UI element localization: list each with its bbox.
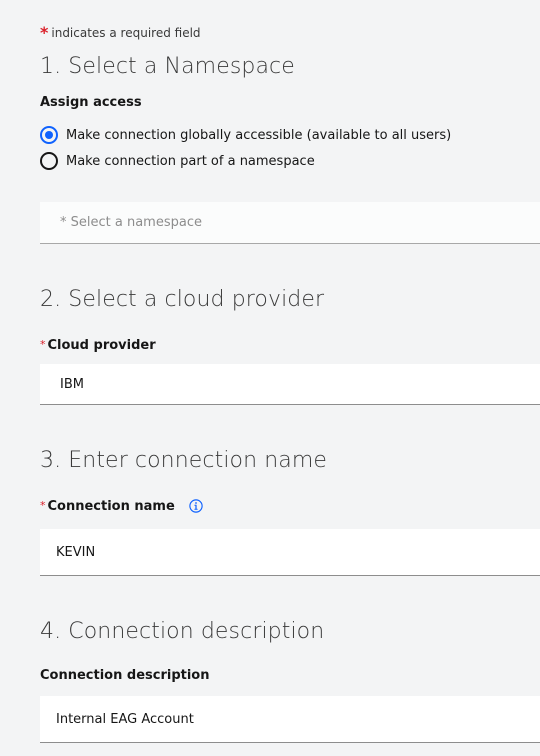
radio-option-global-label: Make connection globally accessible (ava… <box>66 127 452 143</box>
radio-option-global[interactable]: Make connection globally accessible (ava… <box>40 126 451 144</box>
namespace-select-placeholder: * Select a namespace <box>60 215 202 230</box>
connection-name-label-text: Connection name <box>47 499 175 514</box>
connection-description-value: Internal EAG Account <box>56 711 194 727</box>
cloud-provider-label-text: Cloud provider <box>47 338 156 353</box>
connection-description-label: Connection description <box>40 668 210 683</box>
section-heading-description: 4. Connection description <box>40 619 325 644</box>
required-star: * <box>40 499 46 512</box>
namespace-select[interactable]: * Select a namespace <box>40 202 540 244</box>
section-heading-namespace: 1. Select a Namespace <box>40 54 295 79</box>
connection-name-value: KEVIN <box>56 544 96 560</box>
cloud-provider-label: * Cloud provider <box>40 338 156 353</box>
connection-name-label: * Connection name <box>40 498 204 514</box>
radio-button-unselected[interactable] <box>40 152 58 170</box>
required-field-note: * indicates a required field <box>40 22 201 42</box>
info-icon[interactable] <box>189 498 204 513</box>
radio-option-namespace[interactable]: Make connection part of a namespace <box>40 152 315 170</box>
connection-name-input[interactable]: KEVIN <box>40 529 540 576</box>
cloud-provider-select[interactable]: IBM <box>40 364 540 405</box>
section-heading-connection-name: 3. Enter connection name <box>40 448 328 473</box>
required-star: * <box>40 338 46 351</box>
required-star: * <box>40 23 49 42</box>
radio-option-namespace-label: Make connection part of a namespace <box>66 153 315 169</box>
assign-access-label: Assign access <box>40 95 142 110</box>
connection-description-input[interactable]: Internal EAG Account <box>40 696 540 743</box>
cloud-provider-value: IBM <box>60 376 84 392</box>
section-heading-provider: 2. Select a cloud provider <box>40 287 325 312</box>
required-note-text: indicates a required field <box>51 26 201 40</box>
radio-button-selected[interactable] <box>40 126 58 144</box>
